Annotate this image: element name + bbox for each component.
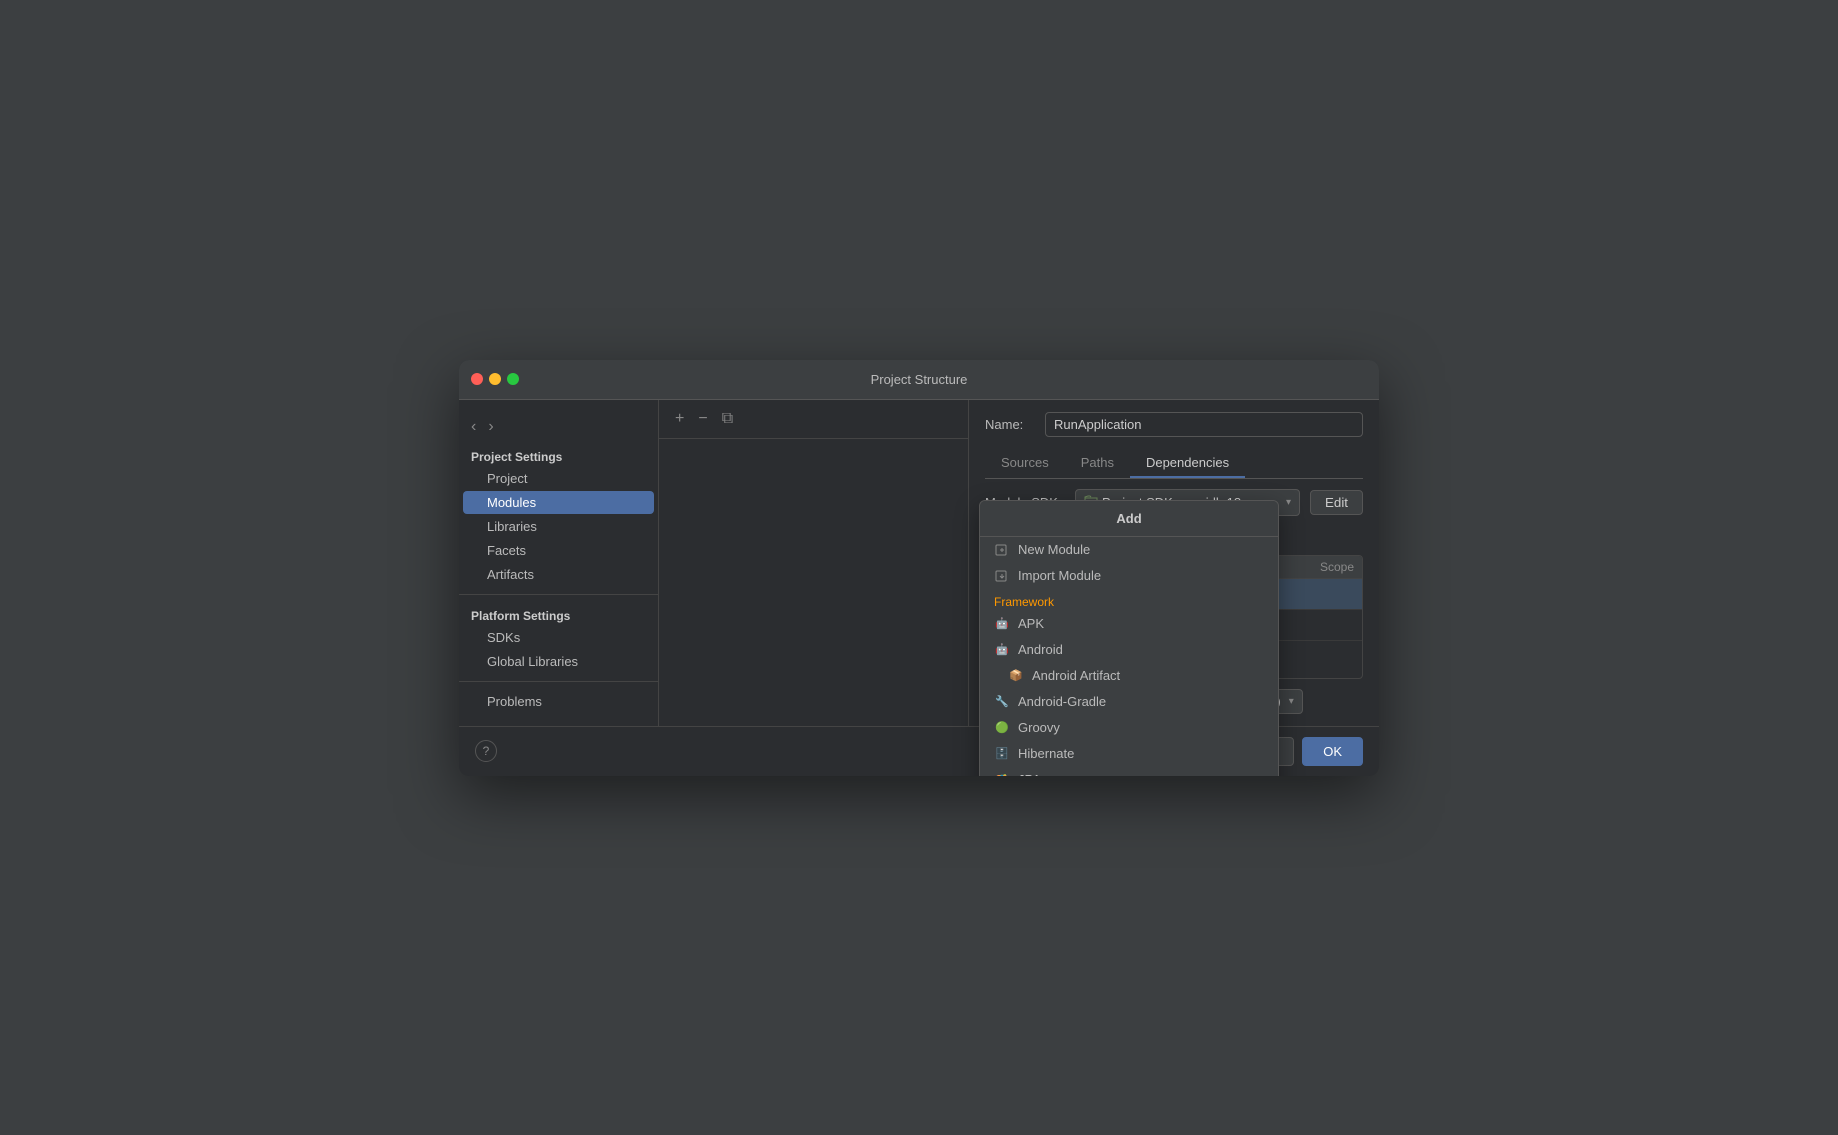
sidebar-nav: ‹ › [459, 412, 658, 446]
groovy-label: Groovy [1018, 720, 1060, 735]
import-module-icon [994, 568, 1010, 584]
title-bar: Project Structure [459, 360, 1379, 400]
ok-button[interactable]: OK [1302, 737, 1363, 766]
framework-section-label: Framework [980, 589, 1278, 611]
sidebar-item-artifacts[interactable]: Artifacts [463, 563, 654, 586]
sidebar-divider-2 [459, 681, 658, 682]
popup-item-android-artifact[interactable]: Android Artifact [980, 663, 1278, 689]
android-icon [994, 642, 1010, 658]
copy-module-button[interactable]: ⧉ [718, 408, 737, 430]
module-panel: + − ⧉ [659, 400, 969, 726]
project-settings-header: Project Settings [459, 446, 658, 466]
dialog-body: ‹ › Project Settings Project Modules Lib… [459, 400, 1379, 726]
sidebar-item-sdks-label: SDKs [487, 630, 520, 645]
popup-title: Add [980, 501, 1278, 537]
tab-sources[interactable]: Sources [985, 449, 1065, 478]
remove-module-button[interactable]: − [694, 408, 711, 430]
popup-item-apk[interactable]: APK [980, 611, 1278, 637]
dialog-title: Project Structure [871, 372, 968, 387]
sidebar-item-project[interactable]: Project [463, 467, 654, 490]
popup-item-android[interactable]: Android [980, 637, 1278, 663]
jpa-icon [994, 772, 1010, 776]
tab-paths[interactable]: Paths [1065, 449, 1130, 478]
traffic-lights [471, 373, 519, 385]
android-gradle-icon [994, 694, 1010, 710]
android-label: Android [1018, 642, 1063, 657]
popup-item-hibernate[interactable]: Hibernate [980, 741, 1278, 767]
help-button[interactable]: ? [475, 740, 497, 762]
back-button[interactable]: ‹ [467, 416, 480, 438]
sidebar-item-global-libraries[interactable]: Global Libraries [463, 650, 654, 673]
sidebar-item-facets[interactable]: Facets [463, 539, 654, 562]
module-toolbar: + − ⧉ [659, 400, 968, 439]
apk-icon [994, 616, 1010, 632]
name-input[interactable] [1045, 412, 1363, 437]
sidebar: ‹ › Project Settings Project Modules Lib… [459, 400, 659, 726]
add-module-button[interactable]: + [671, 408, 688, 430]
sidebar-divider [459, 594, 658, 595]
tab-sources-label: Sources [1001, 455, 1049, 470]
sidebar-item-modules-label: Modules [487, 495, 536, 510]
popup-item-android-gradle[interactable]: Android-Gradle [980, 689, 1278, 715]
name-row: Name: [985, 412, 1363, 437]
forward-button[interactable]: › [484, 416, 497, 438]
tab-dependencies[interactable]: Dependencies [1130, 449, 1245, 478]
sidebar-item-facets-label: Facets [487, 543, 526, 558]
sdk-chevron: ▾ [1286, 497, 1291, 508]
sidebar-item-artifacts-label: Artifacts [487, 567, 534, 582]
sidebar-item-project-label: Project [487, 471, 527, 486]
sidebar-item-sdks[interactable]: SDKs [463, 626, 654, 649]
project-structure-dialog: Project Structure ‹ › Project Settings P… [459, 360, 1379, 776]
jpa-label: JPA [1018, 772, 1041, 776]
sidebar-item-problems[interactable]: Problems [463, 690, 654, 713]
android-artifact-label: Android Artifact [1032, 668, 1120, 683]
sidebar-item-libraries-label: Libraries [487, 519, 537, 534]
footer-left: ? [475, 740, 497, 762]
apk-label: APK [1018, 616, 1044, 631]
edit-sdk-button[interactable]: Edit [1310, 490, 1363, 515]
android-artifact-icon [1008, 668, 1024, 684]
platform-settings-header: Platform Settings [459, 603, 658, 625]
popup-item-jpa[interactable]: JPA [980, 767, 1278, 776]
tabs: Sources Paths Dependencies [985, 449, 1363, 479]
content-area: + − ⧉ Add [659, 400, 1379, 726]
module-list [659, 439, 968, 726]
name-label: Name: [985, 417, 1035, 432]
sidebar-item-problems-label: Problems [487, 694, 542, 709]
import-module-label: Import Module [1018, 568, 1101, 583]
tab-paths-label: Paths [1081, 455, 1114, 470]
new-module-item[interactable]: New Module [980, 537, 1278, 563]
minimize-traffic-light[interactable] [489, 373, 501, 385]
groovy-icon [994, 720, 1010, 736]
hibernate-label: Hibernate [1018, 746, 1074, 761]
import-module-item[interactable]: Import Module [980, 563, 1278, 589]
new-module-label: New Module [1018, 542, 1090, 557]
android-gradle-label: Android-Gradle [1018, 694, 1106, 709]
new-module-icon [994, 542, 1010, 558]
storage-chevron: ▾ [1289, 696, 1294, 707]
close-traffic-light[interactable] [471, 373, 483, 385]
sidebar-item-modules[interactable]: Modules [463, 491, 654, 514]
maximize-traffic-light[interactable] [507, 373, 519, 385]
tab-dependencies-label: Dependencies [1146, 455, 1229, 470]
deps-col-scope: Scope [1274, 560, 1354, 574]
popup-item-groovy[interactable]: Groovy [980, 715, 1278, 741]
sidebar-item-global-libraries-label: Global Libraries [487, 654, 578, 669]
hibernate-icon [994, 746, 1010, 762]
add-popup: Add New Module [979, 500, 1279, 776]
sidebar-item-libraries[interactable]: Libraries [463, 515, 654, 538]
